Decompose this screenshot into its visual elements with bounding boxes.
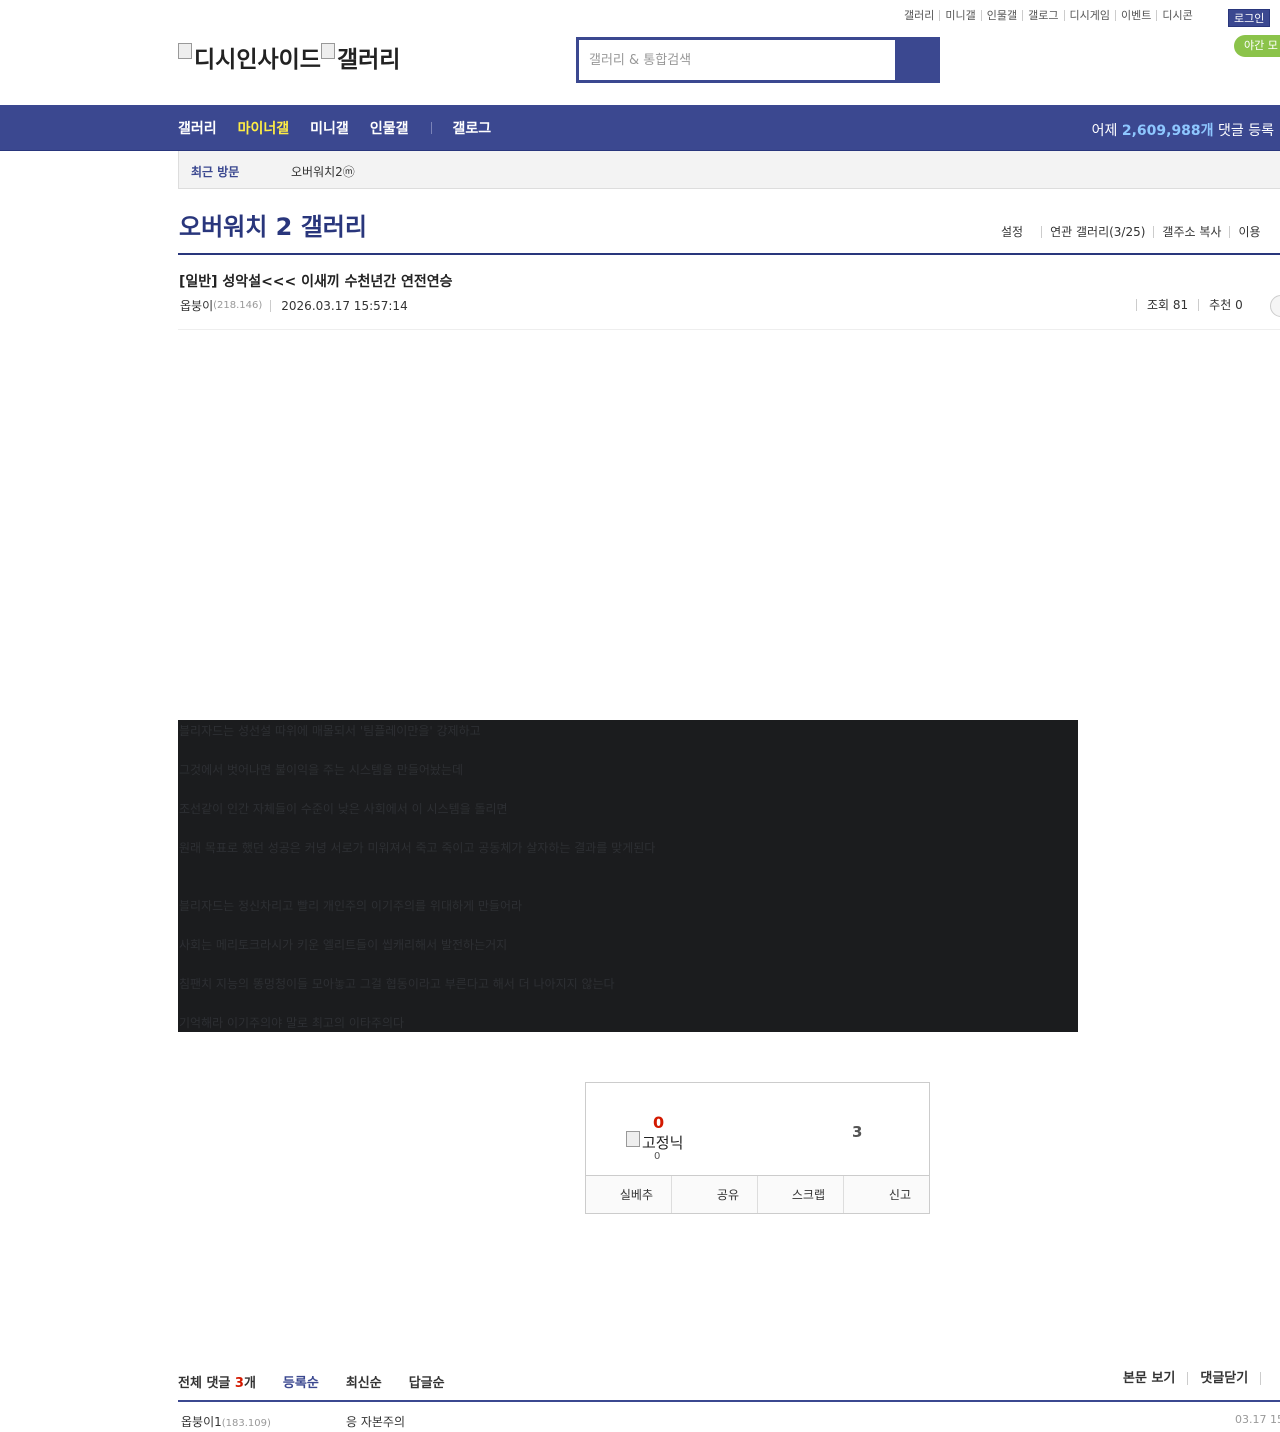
usage-link[interactable]: 이용: [1229, 226, 1268, 238]
comment-author[interactable]: 옵붕이1(183.109): [181, 1413, 271, 1430]
post-header-divider: [178, 329, 1280, 330]
related-gallery-link[interactable]: 연관 갤러리(3/25): [1041, 226, 1153, 238]
view-post-button[interactable]: 본문 보기: [1123, 1372, 1187, 1385]
login-button[interactable]: 로그인: [1228, 9, 1271, 27]
nav-gallog[interactable]: 갤로그: [452, 118, 491, 138]
post-body-line: 사회는 메리토크라시가 키운 엘리트들이 씹캐리해서 발전하는거지: [179, 938, 508, 952]
more-options-button[interactable]: [1270, 295, 1280, 317]
nav-gallery[interactable]: 갤러리: [178, 118, 217, 138]
sort-by-latest[interactable]: 최신순: [346, 1372, 382, 1391]
nav-person-gallery[interactable]: 인물갤: [370, 118, 409, 138]
logo-main: 디시인사이드: [178, 40, 321, 74]
yesterday-count: 2,609,988개: [1121, 123, 1214, 139]
gallery-title[interactable]: 오버워치 2 갤러리: [179, 207, 367, 242]
recommend-up-count: 0: [653, 1113, 665, 1132]
post-views: 조회 81: [1136, 299, 1198, 311]
search-input[interactable]: [579, 40, 895, 80]
post-date: 2026.03.17 15:57:14: [270, 299, 408, 312]
recent-visit-bar: 최근 방문 오버워치2ⓜ: [178, 151, 1280, 189]
nav-mini-gallery[interactable]: 미니갤: [310, 118, 349, 138]
comment-divider: [178, 1400, 1280, 1402]
recommend-actions: 실베추 공유 스크랩 신고: [586, 1175, 929, 1213]
util-link-dcgame[interactable]: 디시게임: [1063, 10, 1115, 21]
post-subject: [일반] 성악설<<< 이새끼 수천년간 연전연승: [179, 274, 453, 290]
util-link-persongall[interactable]: 인물갤: [980, 10, 1022, 21]
post-meta: 옵붕이 (218.146) 2026.03.17 15:57:14: [180, 297, 408, 314]
post-body-line: 블리자드는 정신차리고 빨리 개인주의 이기주의를 위대하게 만들어라: [179, 899, 523, 913]
site-logo[interactable]: 디시인사이드 갤러리: [178, 40, 400, 74]
fixed-nick-count: 0: [654, 1151, 661, 1162]
post-author-ip: (218.146): [213, 300, 263, 311]
post-body-line: 그것에서 벗어나면 불이익을 주는 시스템을 만들어놨는데: [179, 763, 464, 777]
logo-sub-alt: 갤러리: [336, 47, 401, 73]
report-button[interactable]: 신고: [843, 1176, 929, 1213]
broken-image-icon: [626, 1130, 640, 1147]
fixed-nick-recommend-button[interactable]: 고정닉: [626, 1130, 684, 1153]
scrap-button[interactable]: 스크랩: [757, 1176, 843, 1213]
util-link-dccon[interactable]: 디시콘: [1156, 10, 1197, 21]
comment-header-links: 본문 보기 댓글닫기: [1123, 1372, 1280, 1385]
post-body-line: 기억해라 이기주의야 말로 최고의 이타주의다: [179, 1016, 405, 1030]
comment-ip: (183.109): [221, 1418, 271, 1429]
yesterday-prefix: 어제: [1091, 123, 1118, 139]
util-link-gallery[interactable]: 갤러리: [904, 10, 939, 21]
yesterday-suffix: 댓글 등록: [1218, 123, 1274, 139]
broken-image-icon: [178, 43, 192, 59]
share-button[interactable]: 공유: [671, 1176, 757, 1213]
night-mode-button[interactable]: 야간 모: [1234, 35, 1280, 57]
util-link-gallog[interactable]: 갤로그: [1022, 10, 1063, 21]
top-util-links: 갤러리 미니갤 인물갤 갤로그 디시게임 이벤트 디시콘: [904, 10, 1198, 21]
comment-total-count: 3: [234, 1376, 244, 1391]
recent-visit-item[interactable]: 오버워치2ⓜ: [291, 163, 355, 180]
recommend-box: 0 고정닉 0 3 실베추 공유 스크랩 신고: [585, 1082, 930, 1214]
nav-divider: [431, 122, 433, 134]
main-nav: 갤러리 마이너갤 미니갤 인물갤 갤로그 어제 2,609,988개 댓글 등록: [0, 105, 1280, 151]
search-bar: [576, 37, 940, 83]
util-link-minigall[interactable]: 미니갤: [939, 10, 980, 21]
comment-total: 전체 댓글 3개: [178, 1372, 256, 1391]
util-link-event[interactable]: 이벤트: [1114, 10, 1156, 21]
post-body-line: 블리자드는 성선설 따위에 매몰되서 '팀플레이만을' 강제하고: [179, 724, 481, 738]
comment-time: 03.17 15: [1235, 1413, 1280, 1426]
comment-header: 전체 댓글 3개 등록순 최신순 답글순: [178, 1372, 445, 1391]
real-best-button[interactable]: 실베추: [586, 1176, 671, 1213]
comment-nick: 옵붕이1: [181, 1415, 222, 1429]
post-recommend: 추천 0: [1198, 299, 1253, 311]
post-body-line: 원래 목표로 했던 성공은 커녕 서로가 미워져서 죽고 죽이고 공동체가 살자…: [179, 841, 656, 855]
sort-by-replies[interactable]: 답글순: [409, 1372, 445, 1391]
comment-header-divider: [1260, 1372, 1280, 1385]
gallery-links: 설정 연관 갤러리(3/25) 갤주소 복사 이용: [1001, 226, 1269, 238]
copy-address-link[interactable]: 갤주소 복사: [1153, 226, 1229, 238]
post-author[interactable]: 옵붕이: [180, 297, 213, 314]
post-body: 블리자드는 성선설 따위에 매몰되서 '팀플레이만을' 강제하고 그것에서 벗어…: [178, 720, 1078, 1032]
sort-by-registered[interactable]: 등록순: [283, 1372, 319, 1391]
logo-sub: 갤러리: [320, 40, 401, 74]
recommend-down-count: 3: [852, 1123, 863, 1141]
yesterday-comment-count: 어제 2,609,988개 댓글 등록: [1092, 120, 1274, 140]
main-nav-menu: 갤러리 마이너갤 미니갤 인물갤 갤로그: [178, 105, 512, 151]
comment-total-unit: 개: [243, 1376, 256, 1391]
logo-main-alt: 디시인사이드: [194, 47, 321, 73]
broken-image-icon: [320, 43, 335, 59]
fixed-nick-alt: 고정닉: [642, 1134, 684, 1152]
comment-total-label: 전체 댓글: [178, 1376, 231, 1391]
post-body-line: 조선같이 인간 자체들이 수준이 낮은 사회에서 이 시스템을 돌리면: [179, 802, 508, 816]
search-button[interactable]: [895, 40, 937, 80]
comment-text: 응 자본주의: [346, 1415, 406, 1429]
gallery-settings-link[interactable]: 설정: [1001, 226, 1041, 238]
nav-minor-gallery[interactable]: 마이너갤: [238, 118, 290, 138]
close-comments-button[interactable]: 댓글닫기: [1187, 1372, 1260, 1385]
recent-visit-label[interactable]: 최근 방문: [191, 163, 239, 180]
post-body-line: 침팬치 지능의 똥멍청이들 모아놓고 그걸 협동이라고 부른다고 해서 더 나아…: [179, 977, 615, 991]
post-counts: 조회 81 추천 0: [1136, 295, 1280, 317]
title-divider: [178, 253, 1280, 255]
